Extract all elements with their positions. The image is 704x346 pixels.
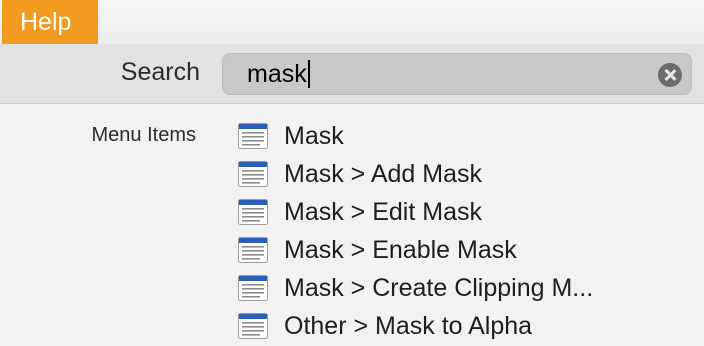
result-item-label: Mask (284, 121, 344, 150)
section-label-menu-items: Menu Items (91, 124, 196, 146)
result-item-mask[interactable]: Mask (238, 117, 698, 155)
result-item-create-clipping-mask[interactable]: Mask > Create Clipping M... (238, 269, 698, 307)
menu-item-icon (238, 199, 268, 225)
search-row: Search mask (0, 44, 704, 104)
result-item-add-mask[interactable]: Mask > Add Mask (238, 155, 698, 193)
menu-item-icon (238, 275, 268, 301)
menu-item-icon (238, 313, 268, 339)
result-item-label: Mask > Edit Mask (284, 197, 482, 226)
text-caret (307, 60, 310, 88)
search-value[interactable]: mask (247, 60, 310, 88)
clear-search-icon[interactable] (658, 63, 682, 87)
menu-item-icon (238, 237, 268, 263)
menu-item-icon (238, 161, 268, 187)
result-item-label: Mask > Enable Mask (284, 235, 517, 264)
menu-bar: Help (0, 0, 704, 44)
result-item-label: Mask > Create Clipping M... (284, 273, 594, 302)
search-input[interactable]: mask (222, 53, 692, 95)
menu-item-icon (238, 123, 268, 149)
result-item-enable-mask[interactable]: Mask > Enable Mask (238, 231, 698, 269)
result-item-edit-mask[interactable]: Mask > Edit Mask (238, 193, 698, 231)
result-item-label: Mask > Add Mask (284, 159, 482, 188)
help-menu[interactable]: Help (2, 0, 98, 44)
result-item-label: Other > Mask to Alpha (284, 311, 533, 340)
search-label: Search (120, 58, 200, 86)
results-list: Mask Mask > Add Mask Mask > Edit Mask Ma… (238, 117, 698, 345)
result-item-mask-to-alpha[interactable]: Other > Mask to Alpha (238, 307, 698, 345)
